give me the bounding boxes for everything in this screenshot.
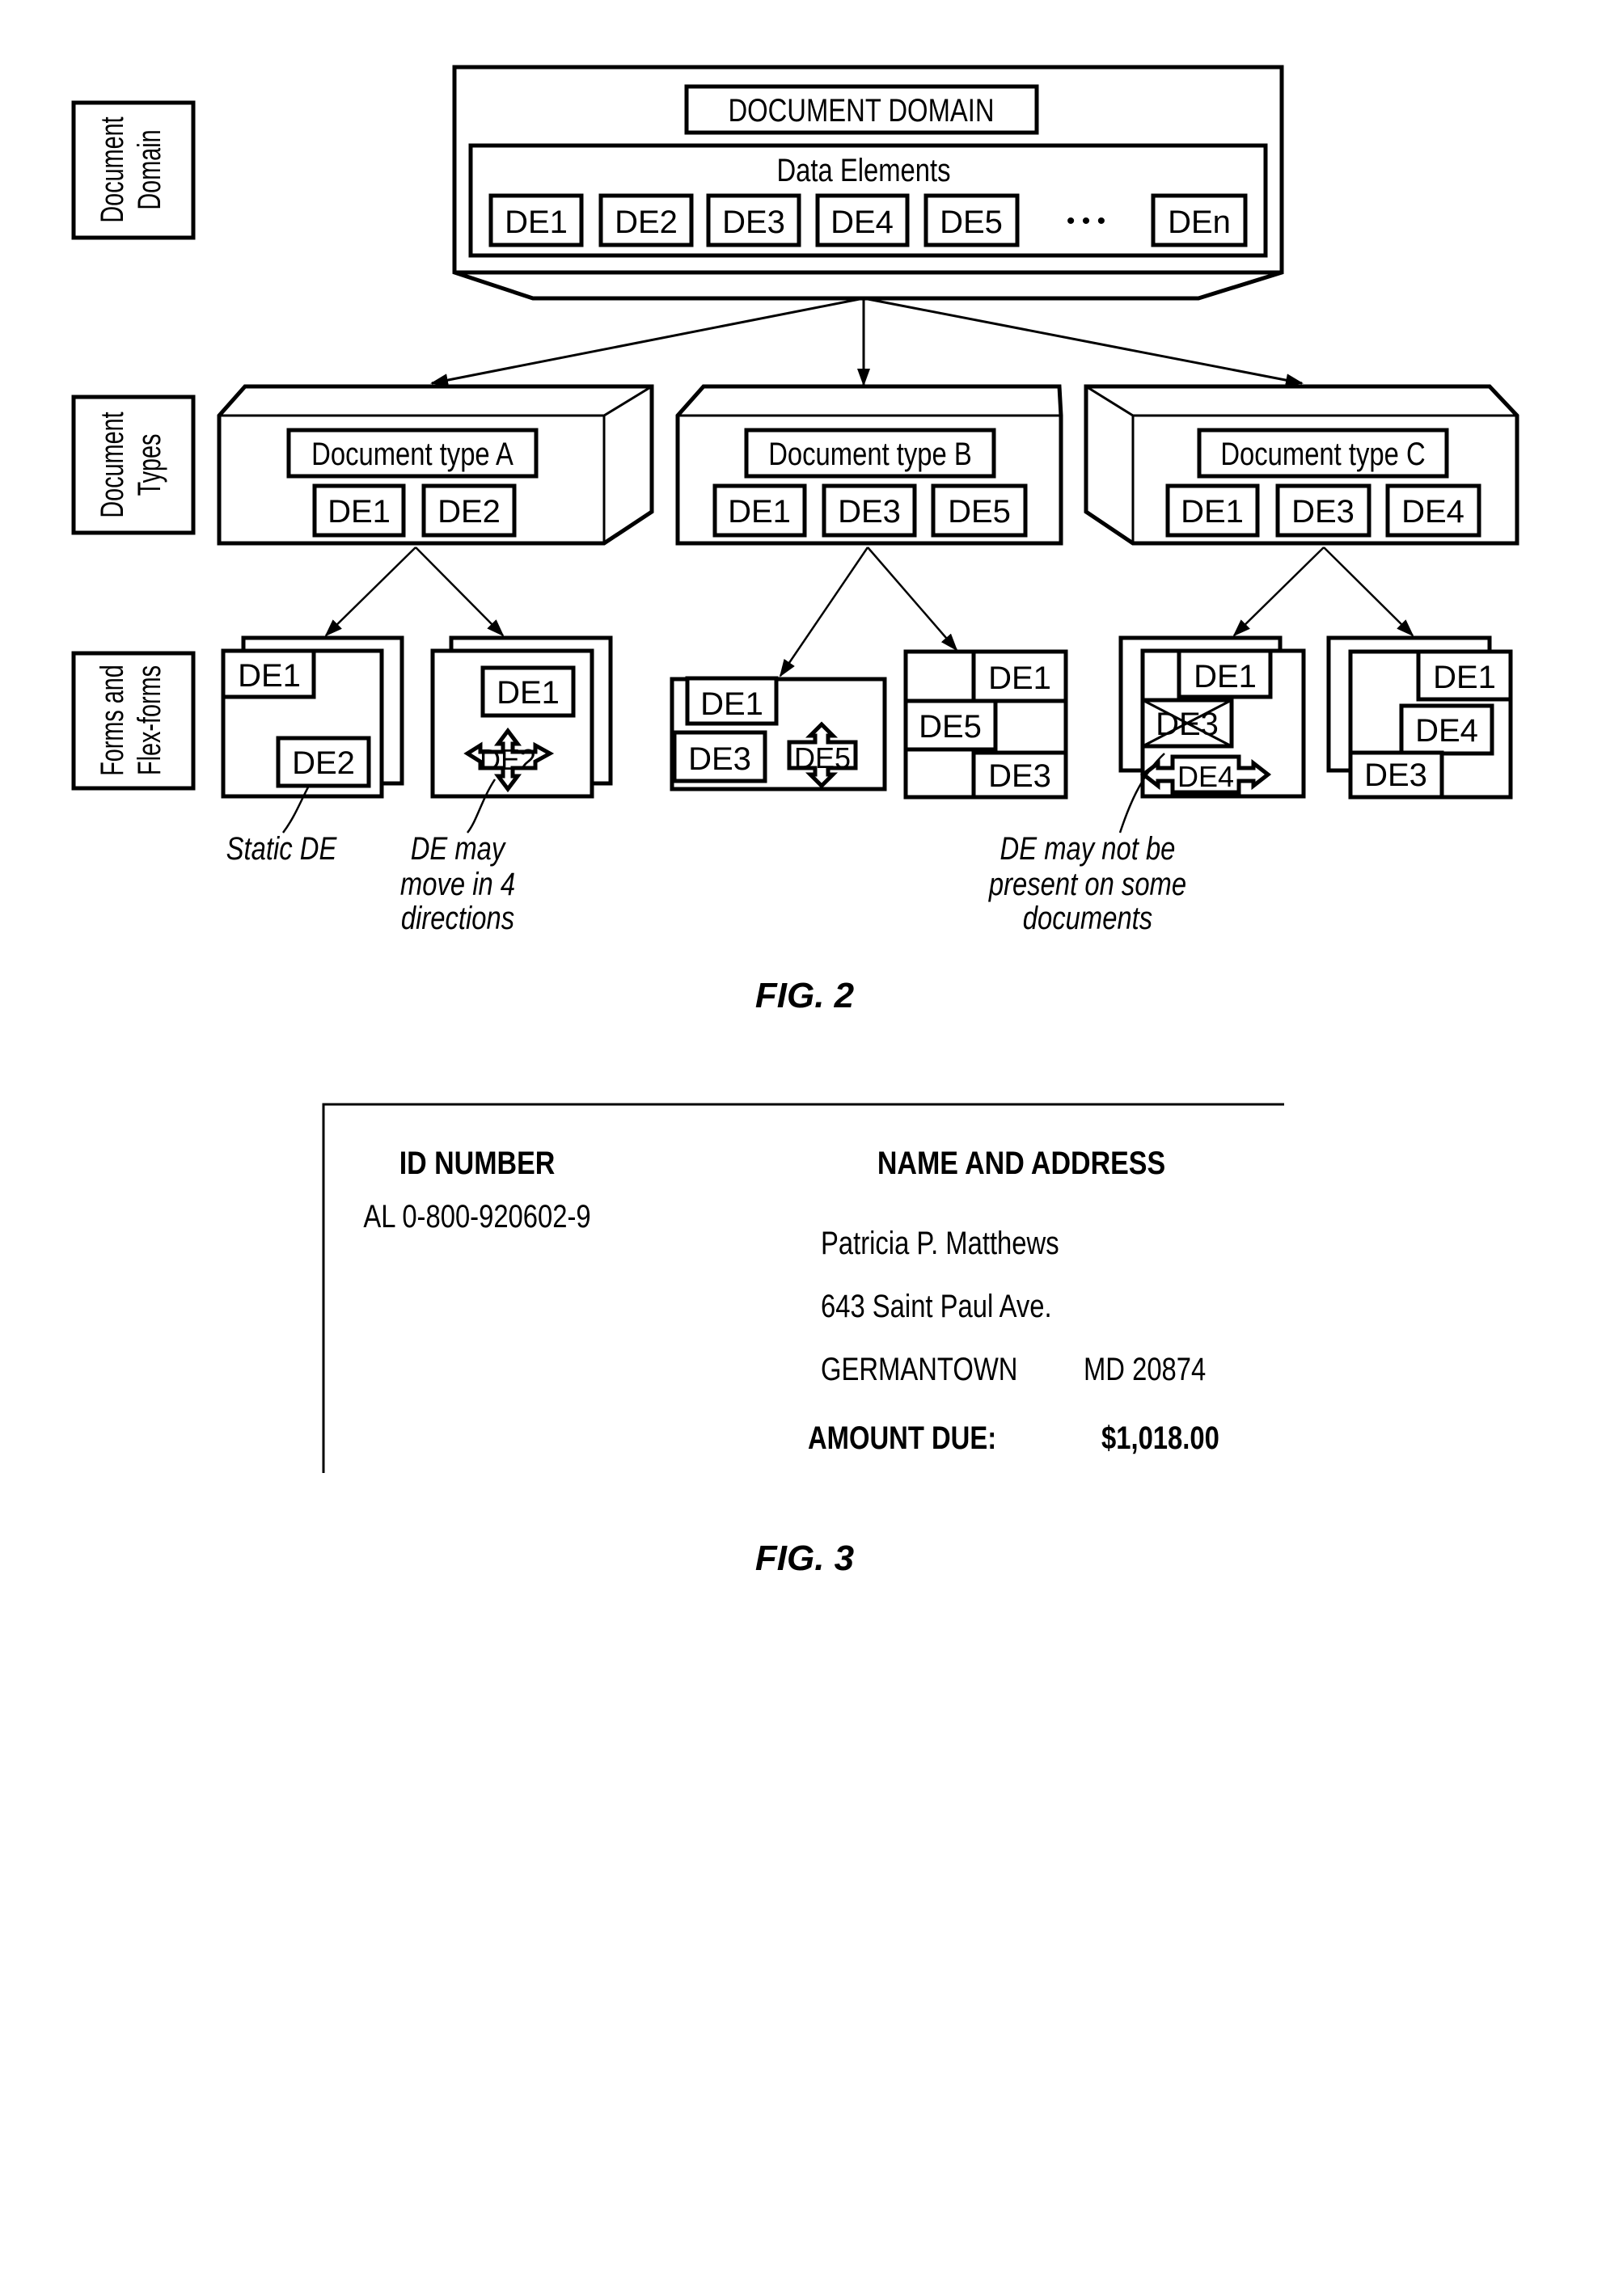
arrow-c-to-form-c2 bbox=[1323, 547, 1414, 637]
domain-de-4: DE4 bbox=[815, 193, 910, 247]
domain-de-1: DE1 bbox=[488, 193, 584, 247]
form-c1-de4: DE4 bbox=[1177, 760, 1234, 793]
type-b-title: Document type B bbox=[768, 436, 971, 472]
domain-to-types-arrows bbox=[430, 297, 1304, 387]
type-a-title: Document type A bbox=[311, 436, 513, 472]
de-label: DE3 bbox=[722, 205, 785, 240]
type-a-de-1: DE1 bbox=[328, 494, 391, 530]
arrow-b-to-form-b2 bbox=[867, 547, 958, 652]
form-c1-de1: DE1 bbox=[1194, 659, 1257, 694]
arrow-c-to-form-c1 bbox=[1232, 547, 1325, 637]
domain-de-5: DE5 bbox=[923, 193, 1020, 247]
form-b1-de5: DE5 bbox=[794, 741, 851, 774]
id-number-header: ID NUMBER bbox=[399, 1144, 556, 1180]
fig3-caption: FIG. 3 bbox=[755, 1538, 854, 1578]
side-label-types-line1: Document bbox=[94, 412, 130, 517]
ellipsis: • • • bbox=[1067, 208, 1105, 234]
side-label-types-line2: Types bbox=[131, 434, 167, 496]
type-a-de-2: DE2 bbox=[437, 494, 501, 530]
name-address-header: NAME AND ADDRESS bbox=[877, 1144, 1165, 1180]
type-c-de-4: DE4 bbox=[1401, 494, 1464, 530]
annotation-move-line1: DE may bbox=[411, 830, 507, 867]
de-label: DE1 bbox=[505, 205, 568, 240]
arrow-to-type-c bbox=[863, 297, 1304, 387]
annotation-absent: DE may not be present on some documents bbox=[988, 830, 1186, 936]
amount-due-value: $1,018.00 bbox=[1101, 1420, 1219, 1456]
customer-street: 643 Saint Paul Ave. bbox=[821, 1288, 1052, 1324]
form-c2-de4: DE4 bbox=[1415, 713, 1478, 749]
data-elements-label: Data Elements bbox=[776, 152, 950, 188]
fig3: ID NUMBER AL 0-800-920602-9 NAME AND ADD… bbox=[322, 1103, 1284, 1578]
form-c2: DE1 DE4 DE3 bbox=[1326, 635, 1513, 800]
type-b-de-5: DE5 bbox=[948, 494, 1011, 530]
domain-de-2: DE2 bbox=[598, 193, 694, 247]
arrow-b-to-form-b1 bbox=[779, 547, 869, 677]
customer-state-zip: MD 20874 bbox=[1084, 1351, 1206, 1387]
domain-de-n: DEn bbox=[1151, 193, 1248, 247]
document-type-c-box: Document type C DE1 DE3 DE4 bbox=[1084, 384, 1519, 546]
side-label-forms: Forms and Flex-forms bbox=[71, 651, 196, 791]
type-c-title: Document type C bbox=[1220, 436, 1425, 472]
form-b2-de1: DE1 bbox=[988, 661, 1051, 696]
type-b-de-1: DE1 bbox=[728, 494, 791, 530]
annotation-absent-line2: present on some bbox=[988, 866, 1186, 902]
form-a1-de2: DE2 bbox=[292, 745, 355, 781]
form-a2-de2: DE2 bbox=[480, 743, 536, 776]
document-type-a-box: Document type A DE1 DE2 bbox=[217, 384, 654, 546]
form-b2-de5: DE5 bbox=[919, 709, 982, 745]
type-c-de-1: DE1 bbox=[1181, 494, 1244, 530]
type-c-de-3: DE3 bbox=[1291, 494, 1355, 530]
customer-name: Patricia P. Matthews bbox=[821, 1225, 1059, 1261]
de-label: DEn bbox=[1168, 205, 1231, 240]
annotation-absent-line3: documents bbox=[1023, 900, 1152, 936]
form-a2-flex: DE1 DE2 bbox=[430, 635, 613, 799]
side-label-document-types: Document Types bbox=[71, 395, 196, 535]
amount-due-label: AMOUNT DUE: bbox=[808, 1420, 996, 1456]
customer-city: GERMANTOWN bbox=[821, 1351, 1017, 1387]
de-label: DE4 bbox=[830, 205, 894, 240]
form-c2-de1: DE1 bbox=[1433, 660, 1496, 695]
document-domain-title: DOCUMENT DOMAIN bbox=[728, 92, 994, 129]
de-label: DE2 bbox=[615, 205, 678, 240]
fig2: Document Domain Document Types Forms and… bbox=[71, 65, 1519, 1015]
form-a1-static: DE1 DE2 bbox=[221, 635, 404, 799]
side-label-forms-line2: Flex-forms bbox=[131, 665, 167, 775]
form-b1: DE1 DE3 DE5 bbox=[670, 676, 887, 791]
document-type-b-box: Document type B DE1 DE3 DE5 bbox=[675, 384, 1063, 546]
id-number-value: AL 0-800-920602-9 bbox=[363, 1198, 590, 1235]
form-b2-de3: DE3 bbox=[988, 758, 1051, 794]
form-b1-de3: DE3 bbox=[688, 741, 751, 777]
patent-figures-canvas: Document Domain Document Types Forms and… bbox=[71, 65, 1519, 1578]
fig2-caption: FIG. 2 bbox=[755, 976, 855, 1015]
arrow-a-to-form-a2 bbox=[415, 547, 505, 637]
form-c2-de3: DE3 bbox=[1364, 758, 1427, 793]
annotation-move: DE may move in 4 directions bbox=[400, 830, 515, 936]
side-label-forms-line1: Forms and bbox=[94, 665, 130, 776]
side-label-domain-line1: Document bbox=[94, 116, 130, 222]
arrow-to-type-a bbox=[430, 297, 864, 386]
annotation-move-line2: move in 4 bbox=[400, 866, 515, 902]
arrow-a-to-form-a1 bbox=[324, 547, 416, 637]
form-a2-de1: DE1 bbox=[497, 675, 560, 711]
form-b2: DE1 DE5 DE3 bbox=[903, 649, 1068, 800]
de-label: DE5 bbox=[940, 205, 1003, 240]
document-domain-block: DOCUMENT DOMAIN Data Elements DE1 DE2 DE… bbox=[452, 65, 1284, 301]
annotation-static-de: Static DE bbox=[226, 830, 337, 867]
annotation-absent-line1: DE may not be bbox=[1000, 830, 1176, 867]
side-label-document-domain: Document Domain bbox=[71, 100, 196, 240]
type-b-de-3: DE3 bbox=[838, 494, 901, 530]
form-a1-de1: DE1 bbox=[238, 658, 301, 694]
form-b1-de1: DE1 bbox=[700, 686, 763, 722]
side-label-domain-line2: Domain bbox=[131, 129, 167, 209]
annotation-move-line3: directions bbox=[401, 900, 514, 936]
domain-de-3: DE3 bbox=[706, 193, 801, 247]
